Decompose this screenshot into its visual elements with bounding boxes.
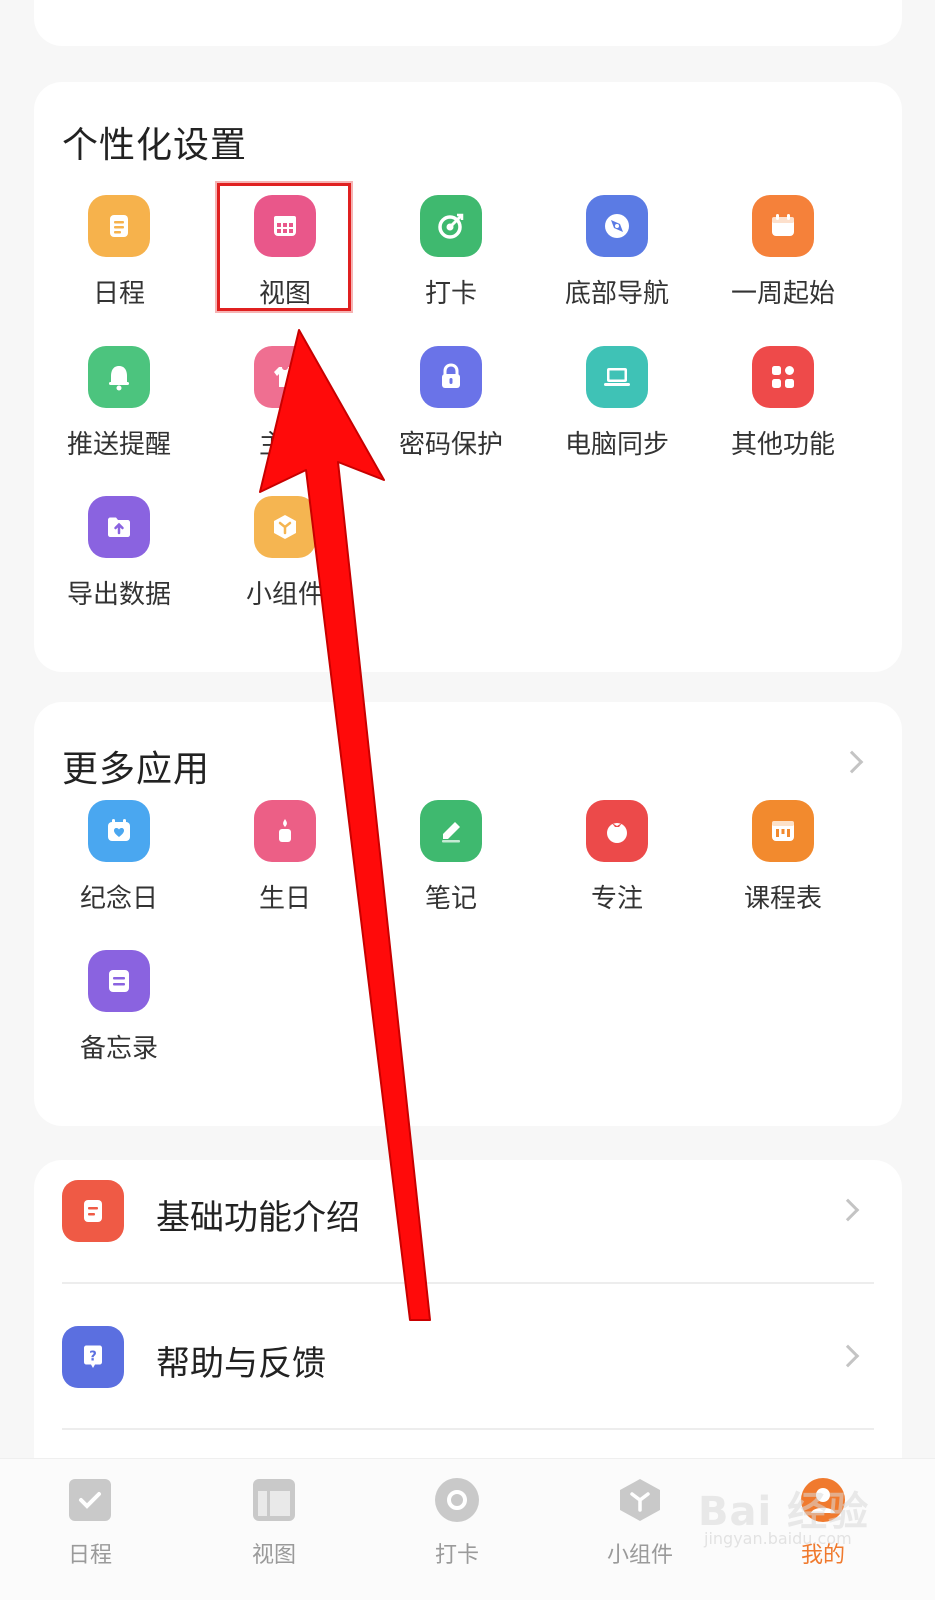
calendar-icon (752, 195, 814, 257)
apps-icon (752, 346, 814, 408)
app-notes-label: 笔记 (424, 884, 477, 914)
setting-week-start-label: 一周起始 (730, 279, 835, 309)
setting-push-reminder-label: 推送提醒 (66, 430, 171, 460)
birthday-candle-icon (254, 800, 316, 862)
app-focus[interactable]: 专注 (532, 800, 702, 940)
setting-schedule-label: 日程 (92, 279, 145, 309)
setting-export-data[interactable]: 导出数据 (34, 496, 204, 636)
chevron-right-icon (836, 1344, 860, 1368)
tab-view[interactable]: 视图 (214, 1477, 334, 1569)
setting-check-in[interactable]: 打卡 (366, 195, 536, 335)
watermark-sub: jingyan.baidu.com (704, 1529, 852, 1548)
setting-theme[interactable]: 主题 (200, 346, 370, 486)
setting-password[interactable]: 密码保护 (366, 346, 536, 486)
highlight-box (217, 183, 351, 311)
app-timetable-label: 课程表 (743, 884, 822, 914)
setting-bottom-nav-label: 底部导航 (564, 279, 669, 309)
tab-widget[interactable]: 小组件 (580, 1477, 700, 1569)
list-row-basic-intro[interactable]: 基础功能介绍 (34, 1160, 902, 1306)
export-folder-icon (88, 496, 150, 558)
tab-check-in[interactable]: 打卡 (397, 1477, 517, 1569)
more-apps-card: 更多应用 纪念日 生日 笔记 专注 课程表 备忘录 (34, 702, 902, 1126)
app-focus-label: 专注 (590, 884, 643, 914)
tab-widget-label: 小组件 (606, 1543, 673, 1568)
app-memo[interactable]: 备忘录 (34, 950, 204, 1090)
setting-schedule[interactable]: 日程 (34, 195, 204, 335)
tomato-icon (586, 800, 648, 862)
chevron-right-icon[interactable] (840, 750, 864, 774)
memo-icon (88, 950, 150, 1012)
list-row-help-feedback[interactable]: ? 帮助与反馈 (34, 1306, 902, 1452)
schedule-check-icon (67, 1477, 113, 1523)
schedule-icon (88, 195, 150, 257)
app-timetable[interactable]: 课程表 (698, 800, 868, 940)
setting-pc-sync[interactable]: 电脑同步 (532, 346, 702, 486)
personal-settings-card: 个性化设置 日程 视图 打卡 底部导航 一周起始 推送提醒 主题 密码保护 电脑… (34, 82, 902, 672)
compass-icon (586, 195, 648, 257)
laptop-icon (586, 346, 648, 408)
setting-other-functions[interactable]: 其他功能 (698, 346, 868, 486)
svg-text:?: ? (89, 1350, 97, 1365)
anniversary-icon (88, 800, 150, 862)
shirt-icon (254, 346, 316, 408)
app-birthday[interactable]: 生日 (200, 800, 370, 940)
document-icon (62, 1180, 124, 1242)
pencil-icon (420, 800, 482, 862)
tab-check-in-label: 打卡 (434, 1543, 479, 1568)
list-row-basic-intro-label: 基础功能介绍 (156, 1198, 360, 1238)
section-title-personal: 个性化设置 (62, 125, 248, 166)
tab-schedule-label: 日程 (67, 1543, 112, 1568)
help-question-icon: ? (62, 1326, 124, 1388)
check-in-circle-icon (434, 1477, 480, 1523)
chevron-right-icon (836, 1198, 860, 1222)
setting-week-start[interactable]: 一周起始 (698, 195, 868, 335)
setting-widget[interactable]: 小组件 (200, 496, 370, 636)
lock-icon (420, 346, 482, 408)
setting-password-label: 密码保护 (398, 430, 503, 460)
app-anniversary-label: 纪念日 (79, 884, 158, 914)
tab-view-label: 视图 (251, 1543, 296, 1568)
view-layout-icon (251, 1477, 297, 1523)
widget-cube-icon (617, 1477, 663, 1523)
setting-export-data-label: 导出数据 (66, 580, 171, 610)
setting-check-in-label: 打卡 (424, 279, 477, 309)
setting-push-reminder[interactable]: 推送提醒 (34, 346, 204, 486)
setting-widget-label: 小组件 (245, 580, 324, 610)
app-notes[interactable]: 笔记 (366, 800, 536, 940)
setting-theme-label: 主题 (258, 430, 311, 460)
setting-bottom-nav[interactable]: 底部导航 (532, 195, 702, 335)
bottom-tab-bar: 日程 视图 打卡 小组件 我的 Bai 经验 jingyan.baidu.com (0, 1458, 935, 1600)
setting-pc-sync-label: 电脑同步 (564, 430, 669, 460)
tab-schedule[interactable]: 日程 (30, 1477, 150, 1569)
bell-icon (88, 346, 150, 408)
divider (62, 1282, 874, 1284)
app-birthday-label: 生日 (258, 884, 311, 914)
check-in-target-icon (420, 195, 482, 257)
app-memo-label: 备忘录 (79, 1034, 158, 1064)
list-row-help-feedback-label: 帮助与反馈 (156, 1344, 326, 1384)
divider (62, 1428, 874, 1430)
timetable-icon (752, 800, 814, 862)
widget-cube-icon (254, 496, 316, 558)
setting-other-functions-label: 其他功能 (730, 430, 835, 460)
app-anniversary[interactable]: 纪念日 (34, 800, 204, 940)
top-card-partial (34, 0, 902, 46)
watermark: Bai 经验 jingyan.baidu.com (698, 1471, 908, 1551)
section-title-more-apps: 更多应用 (62, 749, 211, 790)
